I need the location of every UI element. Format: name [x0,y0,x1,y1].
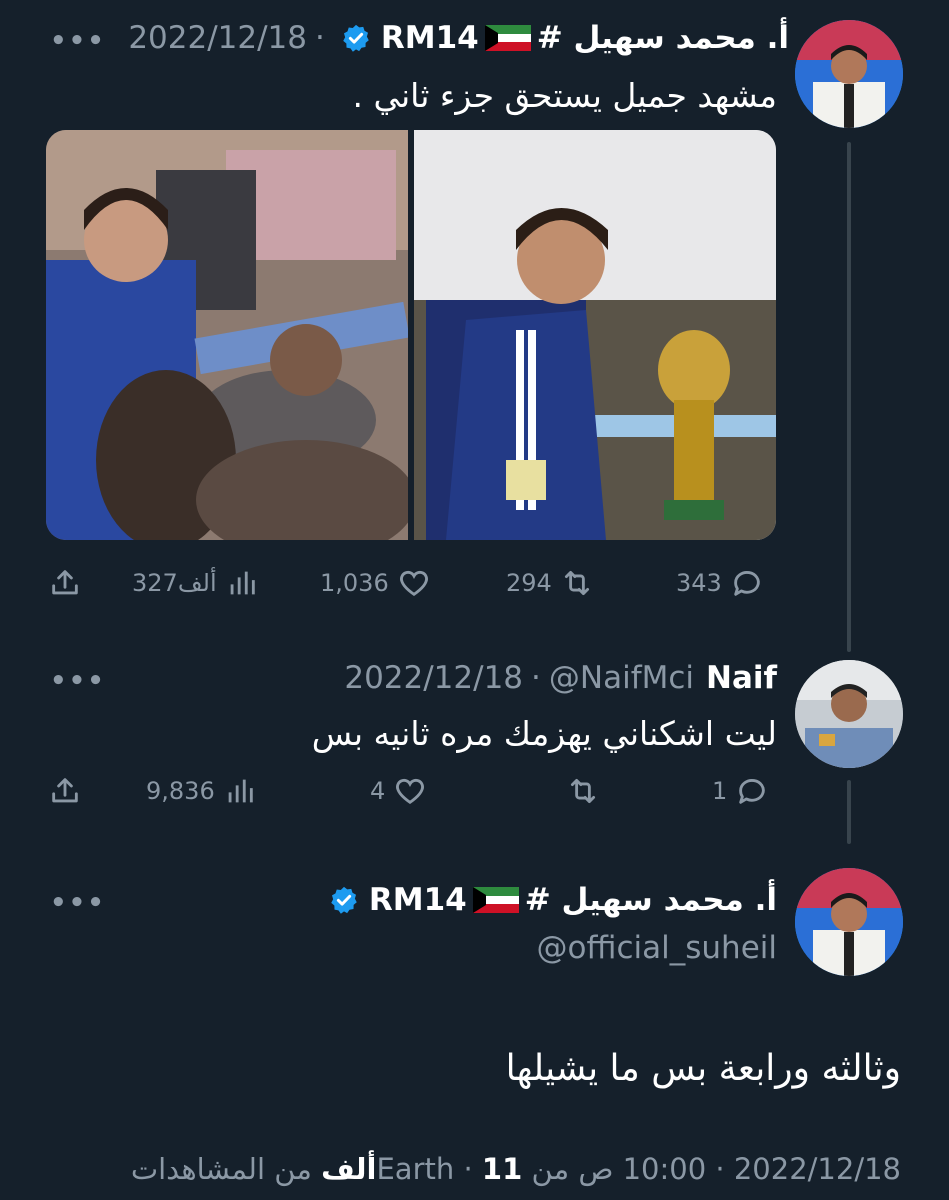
tweet2-date[interactable]: 2022/12/18 [344,660,523,696]
tweet2-views-count: 9,836 [146,777,215,805]
tweet2-header: Naif @NaifMci · 2022/12/18 [344,660,777,696]
views-chart-icon [228,779,253,803]
tweet1-photo-left [46,130,776,540]
separator-dot: · [315,20,325,56]
reply-bubble-icon [739,779,766,804]
tweet3-handle[interactable]: @official_suheil [537,930,777,966]
avatar-suheil-main[interactable] [795,868,903,976]
tweet2-replies-count: 1 [712,777,728,805]
tweet1-text: مشهد جميل يستحق جزء ثاني . [352,76,777,115]
separator-dot: · [715,1152,725,1186]
tweet1-more-icon[interactable]: ••• [50,26,106,56]
tweet1-media[interactable] [46,130,776,540]
tweet1-retweet-button[interactable]: 294 [506,566,594,600]
tweet1-replies-count: 343 [676,569,722,597]
separator-dot: · [463,1152,473,1186]
tweet3-author-tag[interactable]: RM14 [369,882,467,918]
avatar-naif[interactable] [795,660,903,768]
tweet2-author-name[interactable]: Naif [706,660,777,696]
thread-line-2 [847,780,851,844]
tweet3-header: أ. محمد سهيل # RM14 [321,882,777,918]
avatar-suheil[interactable] [795,20,903,128]
heart-icon [399,570,428,597]
tweet3-text: وثالثه ورابعة بس ما يشيلها [505,1048,901,1089]
tweet1-author-name[interactable]: أ. محمد سهيل # [537,20,789,56]
share-icon [52,570,78,595]
tweet2-reply-button[interactable]: 1 [712,774,769,808]
tweet3-more-icon[interactable]: ••• [50,888,106,918]
tweet1-views-count: 327ألف [132,569,217,597]
verified-badge-icon [343,24,369,52]
tweet1-header: أ. محمد سهيل # RM14 · 2022/12/18 [128,20,789,56]
tweet3-footer-time: 10:00 ص من Earth [376,1152,707,1186]
tweet1-views-button[interactable]: 327ألف [132,566,259,600]
tweet2-more-icon[interactable]: ••• [50,666,106,696]
kuwait-flag-icon [484,25,531,51]
retweet-icon [570,778,596,804]
tweet1-author-tag[interactable]: RM14 [381,20,479,56]
tweet1-likes-count: 1,036 [320,569,389,597]
retweet-icon [564,570,589,596]
thread-line-1 [847,142,851,652]
tweet1-like-button[interactable]: 1,036 [320,566,431,600]
tweet3-author-name[interactable]: أ. محمد سهيل # [525,882,777,918]
tweet3-footer-date[interactable]: 2022/12/18 [734,1152,901,1186]
tweet2-like-button[interactable]: 4 [370,774,427,808]
tweet3-footer: 2022/12/18 · 10:00 ص من Earth · 11ألف من… [131,1152,901,1186]
views-chart-icon [230,571,255,595]
share-icon [52,778,78,803]
tweet1-date[interactable]: 2022/12/18 [128,20,307,56]
tweet2-likes-count: 4 [370,777,386,805]
tweet1-reply-button[interactable]: 343 [676,566,764,600]
tweet1-retweets-count: 294 [506,569,552,597]
heart-icon [396,778,425,805]
tweet2-share-button[interactable] [48,774,82,808]
tweet1-share-button[interactable] [48,566,82,600]
tweet2-retweet-button[interactable] [566,774,600,808]
verified-badge-icon [331,886,357,914]
tweet3-views-label: من المشاهدات [130,1152,312,1186]
tweet2-text: ليت اشكناني يهزمك مره ثانيه بس [311,714,777,753]
kuwait-flag-icon [472,887,519,913]
reply-bubble-icon [734,571,760,596]
tweet2-handle[interactable]: @NaifMci [549,660,694,696]
tweet2-views-button[interactable]: 9,836 [146,774,257,808]
separator-dot: · [531,660,541,696]
